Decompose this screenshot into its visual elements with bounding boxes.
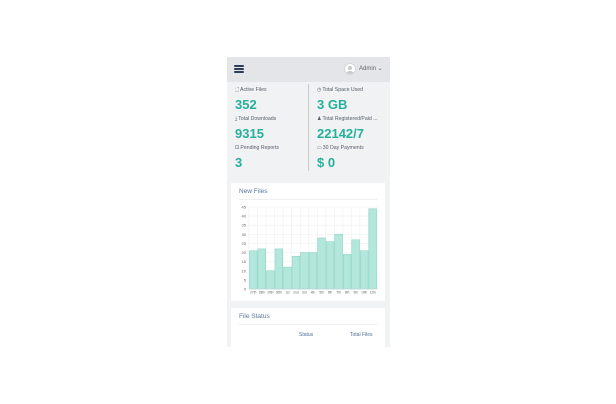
bar-2nd <box>291 255 301 290</box>
bar-27th <box>249 250 258 290</box>
stat-30-day-payments: ▭30 Day Payments $ 0 <box>308 142 389 171</box>
new-files-chart: 0 5 10 15 20 25 30 35 40 45 27th 28th 29th 30th 1st 2nd… <box>242 205 378 295</box>
stat-total-downloads: ⤓Total Downloads 9315 <box>227 113 307 142</box>
bar-3rd <box>300 252 309 290</box>
stat-active-files: 🗋Active Files 352 <box>227 84 307 113</box>
bar-30th <box>274 248 283 290</box>
bar-5th <box>317 237 326 290</box>
column-header-status: Status <box>299 332 314 338</box>
column-header-total-files: Total Files <box>350 332 373 338</box>
stat-label: 🗋Active Files <box>235 87 267 93</box>
x-tick-label: 9th <box>353 291 358 295</box>
y-tick-label: 20 <box>242 250 247 255</box>
file-icon: 🗋 <box>235 87 240 93</box>
bar-29th <box>266 270 275 290</box>
file-status-card: File Status Status Total Files <box>231 308 385 347</box>
stat-label: ⚀Pending Reports <box>235 145 280 151</box>
x-tick-label: 6th <box>328 291 333 295</box>
x-tick-label: 11th <box>370 291 376 295</box>
bar-4th <box>308 252 318 290</box>
y-tick-label: 5 <box>244 277 247 282</box>
y-tick-label: 0 <box>244 287 247 292</box>
stat-value: 9315 <box>235 126 264 141</box>
stat-value: 3 GB <box>317 97 348 112</box>
y-tick-label: 15 <box>242 259 247 264</box>
admin-menu[interactable]: Admin ⌄ <box>359 65 383 72</box>
x-tick-label: 3rd <box>302 291 307 295</box>
x-tick-label: 5th <box>319 291 324 295</box>
bar-9th <box>351 239 360 290</box>
x-tick-label: 4th <box>311 291 316 295</box>
x-tick-label: 2nd <box>293 291 299 295</box>
credit-card-icon: ▭ <box>317 145 322 151</box>
x-tick-label: 7th <box>336 291 341 295</box>
top-navbar: Admin ⌄ <box>227 57 390 82</box>
x-tick-label: 28th <box>259 291 265 295</box>
avatar[interactable] <box>344 63 356 75</box>
report-icon: ⚀ <box>235 145 240 151</box>
bar-10th <box>360 250 369 290</box>
x-tick-label: 30th <box>276 291 282 295</box>
divider <box>239 324 377 325</box>
user-icon: ♟ <box>317 116 322 122</box>
x-tick-label: 29th <box>267 291 273 295</box>
y-tick-label: 45 <box>242 205 247 210</box>
y-tick-label: 25 <box>242 241 247 246</box>
stat-pending-reports: ⚀Pending Reports 3 <box>227 142 307 171</box>
stat-total-space: ◷Total Space Used 3 GB <box>308 84 389 113</box>
stat-value: 352 <box>235 97 257 112</box>
bar-1st <box>283 266 292 290</box>
clock-icon: ◷ <box>317 87 322 93</box>
bar-8th <box>343 254 352 290</box>
y-tick-label: 10 <box>242 268 247 273</box>
bar-28th <box>257 248 266 290</box>
app-viewport: Admin ⌄ 🗋Active Files 352 ◷Total Space U… <box>227 57 390 347</box>
stat-label: ⤓Total Downloads <box>235 116 277 122</box>
stat-value: 3 <box>235 155 243 170</box>
stat-label: ▭30 Day Payments <box>317 145 364 151</box>
bar-7th <box>334 234 343 290</box>
x-tick-label: 8th <box>345 291 350 295</box>
bar-11th <box>368 208 377 290</box>
stat-label: ♟Total Registered/Paid ... <box>317 116 378 122</box>
y-tick-label: 35 <box>242 223 247 228</box>
card-title: File Status <box>239 313 270 320</box>
x-tick-label: 10th <box>361 291 367 295</box>
menu-icon[interactable] <box>234 65 244 73</box>
stat-value: $ 0 <box>317 155 336 170</box>
y-tick-label: 30 <box>242 232 247 237</box>
download-icon: ⤓ <box>235 116 238 122</box>
x-tick-label: 1st <box>285 291 289 295</box>
stat-value: 22142/7 <box>317 126 364 141</box>
new-files-card: New Files 0 5 10 15 20 25 30 35 40 45 27th 28th 29th… <box>231 183 385 301</box>
bar-6th <box>325 241 335 290</box>
stat-registered-paid: ♟Total Registered/Paid ... 22142/7 <box>308 113 389 142</box>
x-tick-label: 27th <box>250 291 256 295</box>
y-tick-label: 40 <box>242 214 247 219</box>
stat-label: ◷Total Space Used <box>317 87 364 93</box>
